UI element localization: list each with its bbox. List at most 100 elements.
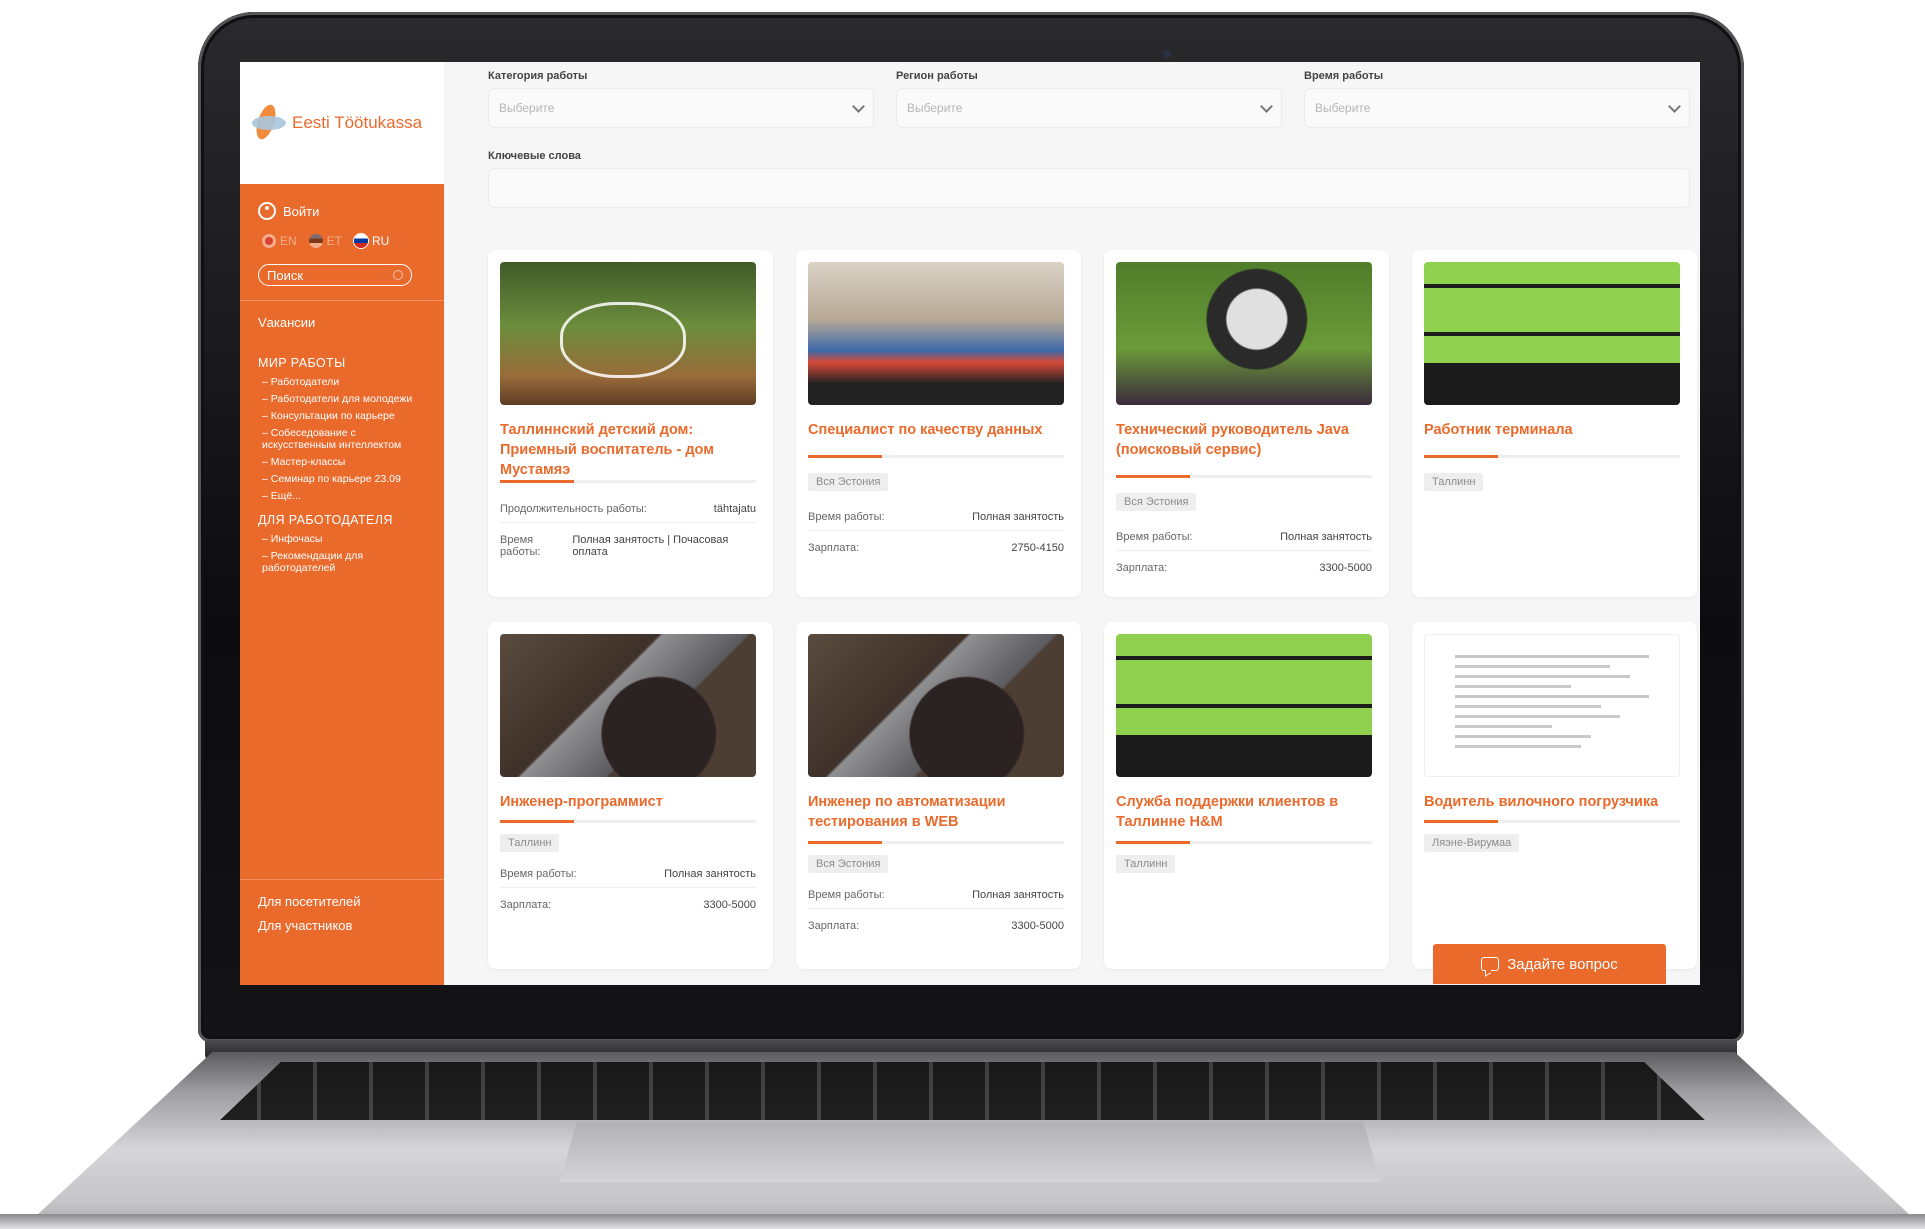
brand-name: Eesti Töötukassa bbox=[292, 113, 423, 132]
screen: Eesti Töötukassa Войти EN ET RU Поиск Vа… bbox=[240, 62, 1700, 985]
job-title[interactable]: Работник терминала bbox=[1424, 420, 1680, 440]
estonia-flag-icon bbox=[308, 234, 323, 248]
job-card[interactable]: Инженер-программист Таллинн Время работы… bbox=[488, 622, 773, 969]
search-icon bbox=[393, 270, 403, 280]
location-tag: Таллинн bbox=[1116, 855, 1176, 873]
filters: Категория работы Выберите Регион работы … bbox=[488, 70, 1690, 128]
info-label: Время работы: bbox=[1116, 531, 1193, 543]
region-select[interactable]: Выберите bbox=[896, 88, 1282, 128]
chat-icon bbox=[1481, 957, 1500, 971]
search-input[interactable]: Поиск bbox=[258, 264, 412, 286]
search-placeholder: Поиск bbox=[267, 267, 304, 283]
location-tag: Ляэне-Вирумаа bbox=[1424, 834, 1520, 852]
sidebar-item-career-consulting[interactable]: – Консультации по карьере bbox=[240, 408, 444, 425]
login-link[interactable]: Войти bbox=[240, 184, 444, 220]
tööle-kohe-banner-icon bbox=[1424, 262, 1680, 405]
language-switcher: EN ET RU bbox=[240, 220, 444, 248]
filter-category-label: Категория работы bbox=[488, 70, 588, 82]
sidebar-item-vacancies[interactable]: Vакансии bbox=[240, 301, 444, 330]
info-value: Полная занятость | Почасовая оплата bbox=[572, 534, 729, 558]
job-card[interactable]: Инженер по автоматизации тестирования в … bbox=[796, 622, 1081, 969]
sidebar-bottom-links: Для посетителей Для участников bbox=[258, 894, 361, 942]
uk-flag-icon bbox=[262, 234, 276, 248]
accent-divider bbox=[1116, 841, 1372, 844]
job-card[interactable]: Таллиннский детский дом: Приемный воспит… bbox=[488, 250, 773, 597]
laptop-grass-icon bbox=[1116, 262, 1372, 405]
info-label: Зарплата: bbox=[500, 899, 552, 911]
filter-region-label: Регион работы bbox=[896, 70, 978, 82]
section-title-world-of-work[interactable]: МИР РАБОТЫ bbox=[240, 330, 444, 374]
location-tag: Вся Эстония bbox=[808, 855, 889, 873]
russia-flag-icon bbox=[354, 234, 369, 248]
info-value: Полная занятость bbox=[1280, 531, 1372, 543]
sidebar-item-employer-recommendations[interactable]: – Рекомендации для работодателей bbox=[240, 548, 444, 577]
sidebar-item-youth-employers[interactable]: – Работодатели для молодежи bbox=[240, 391, 444, 408]
job-info-row: Время работы: Полная занятость bbox=[808, 889, 1064, 909]
job-card[interactable]: Технический руководитель Java (поисковый… bbox=[1104, 250, 1389, 597]
accent-divider bbox=[808, 455, 1064, 458]
filter-region: Регион работы Выберите bbox=[896, 70, 1282, 128]
chevron-down-icon bbox=[1260, 99, 1273, 113]
sidebar-item-ai-interview[interactable]: – Собеседование с искусственным интеллек… bbox=[240, 425, 444, 454]
job-card[interactable]: Служба поддержки клиентов в Таллинне H&M… bbox=[1104, 622, 1389, 969]
job-info-row: Время работы: Полная занятость | Почасов… bbox=[500, 534, 756, 565]
sidebar-item-employers[interactable]: – Работодатели bbox=[240, 374, 444, 391]
accent-divider bbox=[808, 841, 1064, 844]
job-info-row: Время работы: Полная занятость bbox=[1116, 531, 1372, 551]
job-card[interactable]: Водитель вилочного погрузчика Ляэне-Виру… bbox=[1412, 622, 1697, 969]
tööle-kohe-banner-icon bbox=[1116, 634, 1372, 777]
link-for-participants[interactable]: Для участников bbox=[258, 918, 361, 933]
accent-divider bbox=[1116, 475, 1372, 478]
main-content: Категория работы Выберите Регион работы … bbox=[444, 62, 1700, 985]
sidebar-item-career-seminar[interactable]: – Семинар по карьере 23.09 bbox=[240, 471, 444, 488]
job-title[interactable]: Инженер-программист bbox=[500, 792, 756, 812]
accent-divider bbox=[1424, 455, 1680, 458]
lang-et[interactable]: ET bbox=[308, 234, 342, 248]
job-info-row: Зарплата: 2750-4150 bbox=[808, 542, 1064, 561]
keywords-input[interactable] bbox=[488, 168, 1690, 208]
info-value: Полная занятость bbox=[972, 889, 1064, 901]
job-title[interactable]: Водитель вилочного погрузчика bbox=[1424, 792, 1680, 812]
lang-en[interactable]: EN bbox=[262, 234, 297, 248]
job-card[interactable]: Работник терминала Таллинн bbox=[1412, 250, 1697, 597]
sidebar: Eesti Töötukassa Войти EN ET RU Поиск Vа… bbox=[240, 62, 444, 985]
section-title-for-employer[interactable]: ДЛЯ РАБОТОДАТЕЛЯ bbox=[240, 505, 444, 531]
sidebar-item-info-hours[interactable]: – Инфочасы bbox=[240, 531, 444, 548]
link-for-visitors[interactable]: Для посетителей bbox=[258, 894, 361, 909]
keywords-label: Ключевые слова bbox=[488, 150, 581, 162]
job-title[interactable]: Инженер по автоматизации тестирования в … bbox=[808, 792, 1064, 832]
sidebar-item-masterclasses[interactable]: – Мастер-классы bbox=[240, 454, 444, 471]
job-info-row: Время работы: Полная занятость bbox=[808, 511, 1064, 531]
job-title[interactable]: Технический руководитель Java (поисковый… bbox=[1116, 420, 1372, 460]
filter-time: Время работы Выберите bbox=[1304, 70, 1690, 128]
info-value: Полная занятость bbox=[972, 511, 1064, 523]
time-select[interactable]: Выберите bbox=[1304, 88, 1690, 128]
park-family-icon bbox=[500, 262, 756, 405]
info-label: Зарплата: bbox=[808, 920, 860, 932]
job-title[interactable]: Специалист по качеству данных bbox=[808, 420, 1064, 440]
info-label: Зарплата: bbox=[1116, 562, 1168, 574]
keywords-filter: Ключевые слова bbox=[488, 150, 1690, 208]
info-label: Зарплата: bbox=[808, 542, 860, 554]
location-tag: Таллинн bbox=[500, 834, 560, 852]
logo[interactable]: Eesti Töötukassa bbox=[240, 62, 444, 184]
job-info-row: Зарплата: 3300-5000 bbox=[808, 920, 1064, 939]
job-title[interactable]: Служба поддержки клиентов в Таллинне H&M bbox=[1116, 792, 1372, 832]
desk-laptop-icon bbox=[808, 634, 1064, 777]
job-card[interactable]: Специалист по качеству данных Вся Эстони… bbox=[796, 250, 1081, 597]
sidebar-item-more[interactable]: – Ещё... bbox=[240, 488, 444, 505]
info-value: Полная занятость bbox=[664, 868, 756, 880]
info-label: Время работы: bbox=[808, 889, 885, 901]
login-label: Войти bbox=[283, 203, 320, 219]
job-info-row: Время работы: Полная занятость bbox=[500, 868, 756, 888]
user-icon bbox=[258, 202, 276, 220]
accent-divider bbox=[1424, 820, 1680, 823]
location-tag: Таллинн bbox=[1424, 473, 1484, 491]
job-info-row: Зарплата: 3300-5000 bbox=[1116, 562, 1372, 581]
lang-ru[interactable]: RU bbox=[354, 234, 389, 248]
category-select[interactable]: Выберите bbox=[488, 88, 874, 128]
job-grid: Таллиннский детский дом: Приемный воспит… bbox=[488, 250, 1697, 969]
chevron-down-icon bbox=[1668, 99, 1681, 113]
ask-question-button[interactable]: Задайте вопрос bbox=[1433, 944, 1666, 984]
job-title[interactable]: Таллиннский детский дом: Приемный воспит… bbox=[500, 420, 756, 480]
